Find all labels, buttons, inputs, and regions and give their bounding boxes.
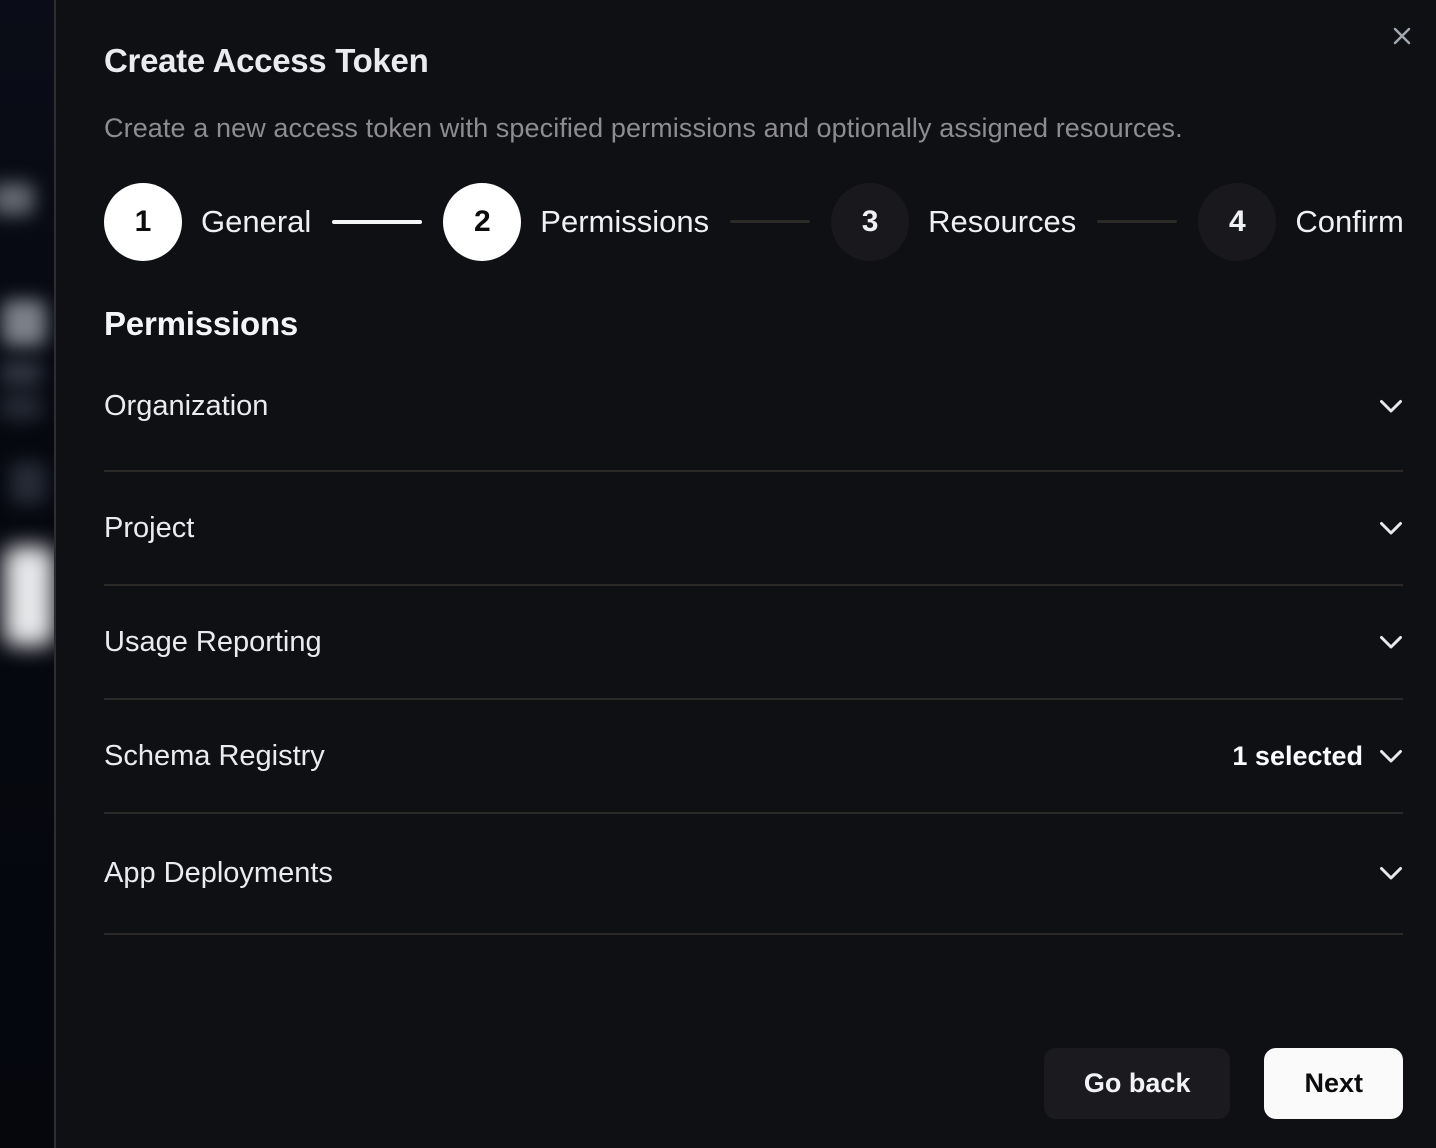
selected-count: 1 selected <box>1232 741 1363 772</box>
next-button[interactable]: Next <box>1264 1048 1403 1119</box>
step-permissions[interactable]: 2 Permissions <box>443 183 709 261</box>
step-number: 3 <box>831 183 909 261</box>
chevron-down-icon[interactable] <box>1379 749 1403 764</box>
step-label: Confirm <box>1295 204 1404 240</box>
accordion-row-usage-reporting[interactable]: Usage Reporting <box>104 586 1403 700</box>
modal-title: Create Access Token <box>104 42 1403 80</box>
step-number: 1 <box>104 183 182 261</box>
blurred-sidebar-item <box>10 462 46 504</box>
step-resources[interactable]: 3 Resources <box>831 183 1076 261</box>
step-label: Permissions <box>540 204 709 240</box>
chevron-down-icon[interactable] <box>1379 866 1403 881</box>
step-connector <box>332 220 422 224</box>
blurred-sidebar-item <box>0 183 34 215</box>
step-label: Resources <box>928 204 1076 240</box>
step-number: 4 <box>1198 183 1276 261</box>
modal-footer: Go back Next <box>1044 1048 1403 1119</box>
blurred-sidebar-item <box>0 394 42 420</box>
blurred-sidebar-item <box>2 300 46 346</box>
chevron-down-icon[interactable] <box>1379 521 1403 536</box>
accordion-row-organization[interactable]: Organization <box>104 343 1403 472</box>
step-connector <box>1097 220 1177 223</box>
accordion-row-app-deployments[interactable]: App Deployments <box>104 814 1403 935</box>
modal-subtitle: Create a new access token with specified… <box>104 113 1403 144</box>
accordion-label: Project <box>104 512 194 545</box>
step-confirm[interactable]: 4 Confirm <box>1198 183 1404 261</box>
accordion-label: Usage Reporting <box>104 626 322 659</box>
permissions-heading: Permissions <box>104 305 1403 343</box>
step-label: General <box>201 204 311 240</box>
accordion-label: Schema Registry <box>104 740 325 773</box>
blurred-sidebar-item <box>0 360 42 386</box>
close-icon[interactable] <box>1388 22 1416 50</box>
wizard-stepper: 1 General 2 Permissions 3 Resources 4 Co… <box>104 182 1403 261</box>
step-connector <box>730 220 810 223</box>
go-back-button[interactable]: Go back <box>1044 1048 1231 1119</box>
accordion-row-schema-registry[interactable]: Schema Registry 1 selected <box>104 700 1403 814</box>
accordion-label: Organization <box>104 390 268 423</box>
create-access-token-modal: Create Access Token Create a new access … <box>54 0 1436 1148</box>
background-page <box>0 0 56 1148</box>
blurred-sidebar-item <box>4 546 54 646</box>
accordion-row-project[interactable]: Project <box>104 472 1403 586</box>
permissions-accordion: Organization Project Usage Reporting <box>104 343 1403 935</box>
step-general[interactable]: 1 General <box>104 183 311 261</box>
step-number: 2 <box>443 183 521 261</box>
chevron-down-icon[interactable] <box>1379 635 1403 650</box>
chevron-down-icon[interactable] <box>1379 399 1403 414</box>
accordion-label: App Deployments <box>104 857 333 890</box>
